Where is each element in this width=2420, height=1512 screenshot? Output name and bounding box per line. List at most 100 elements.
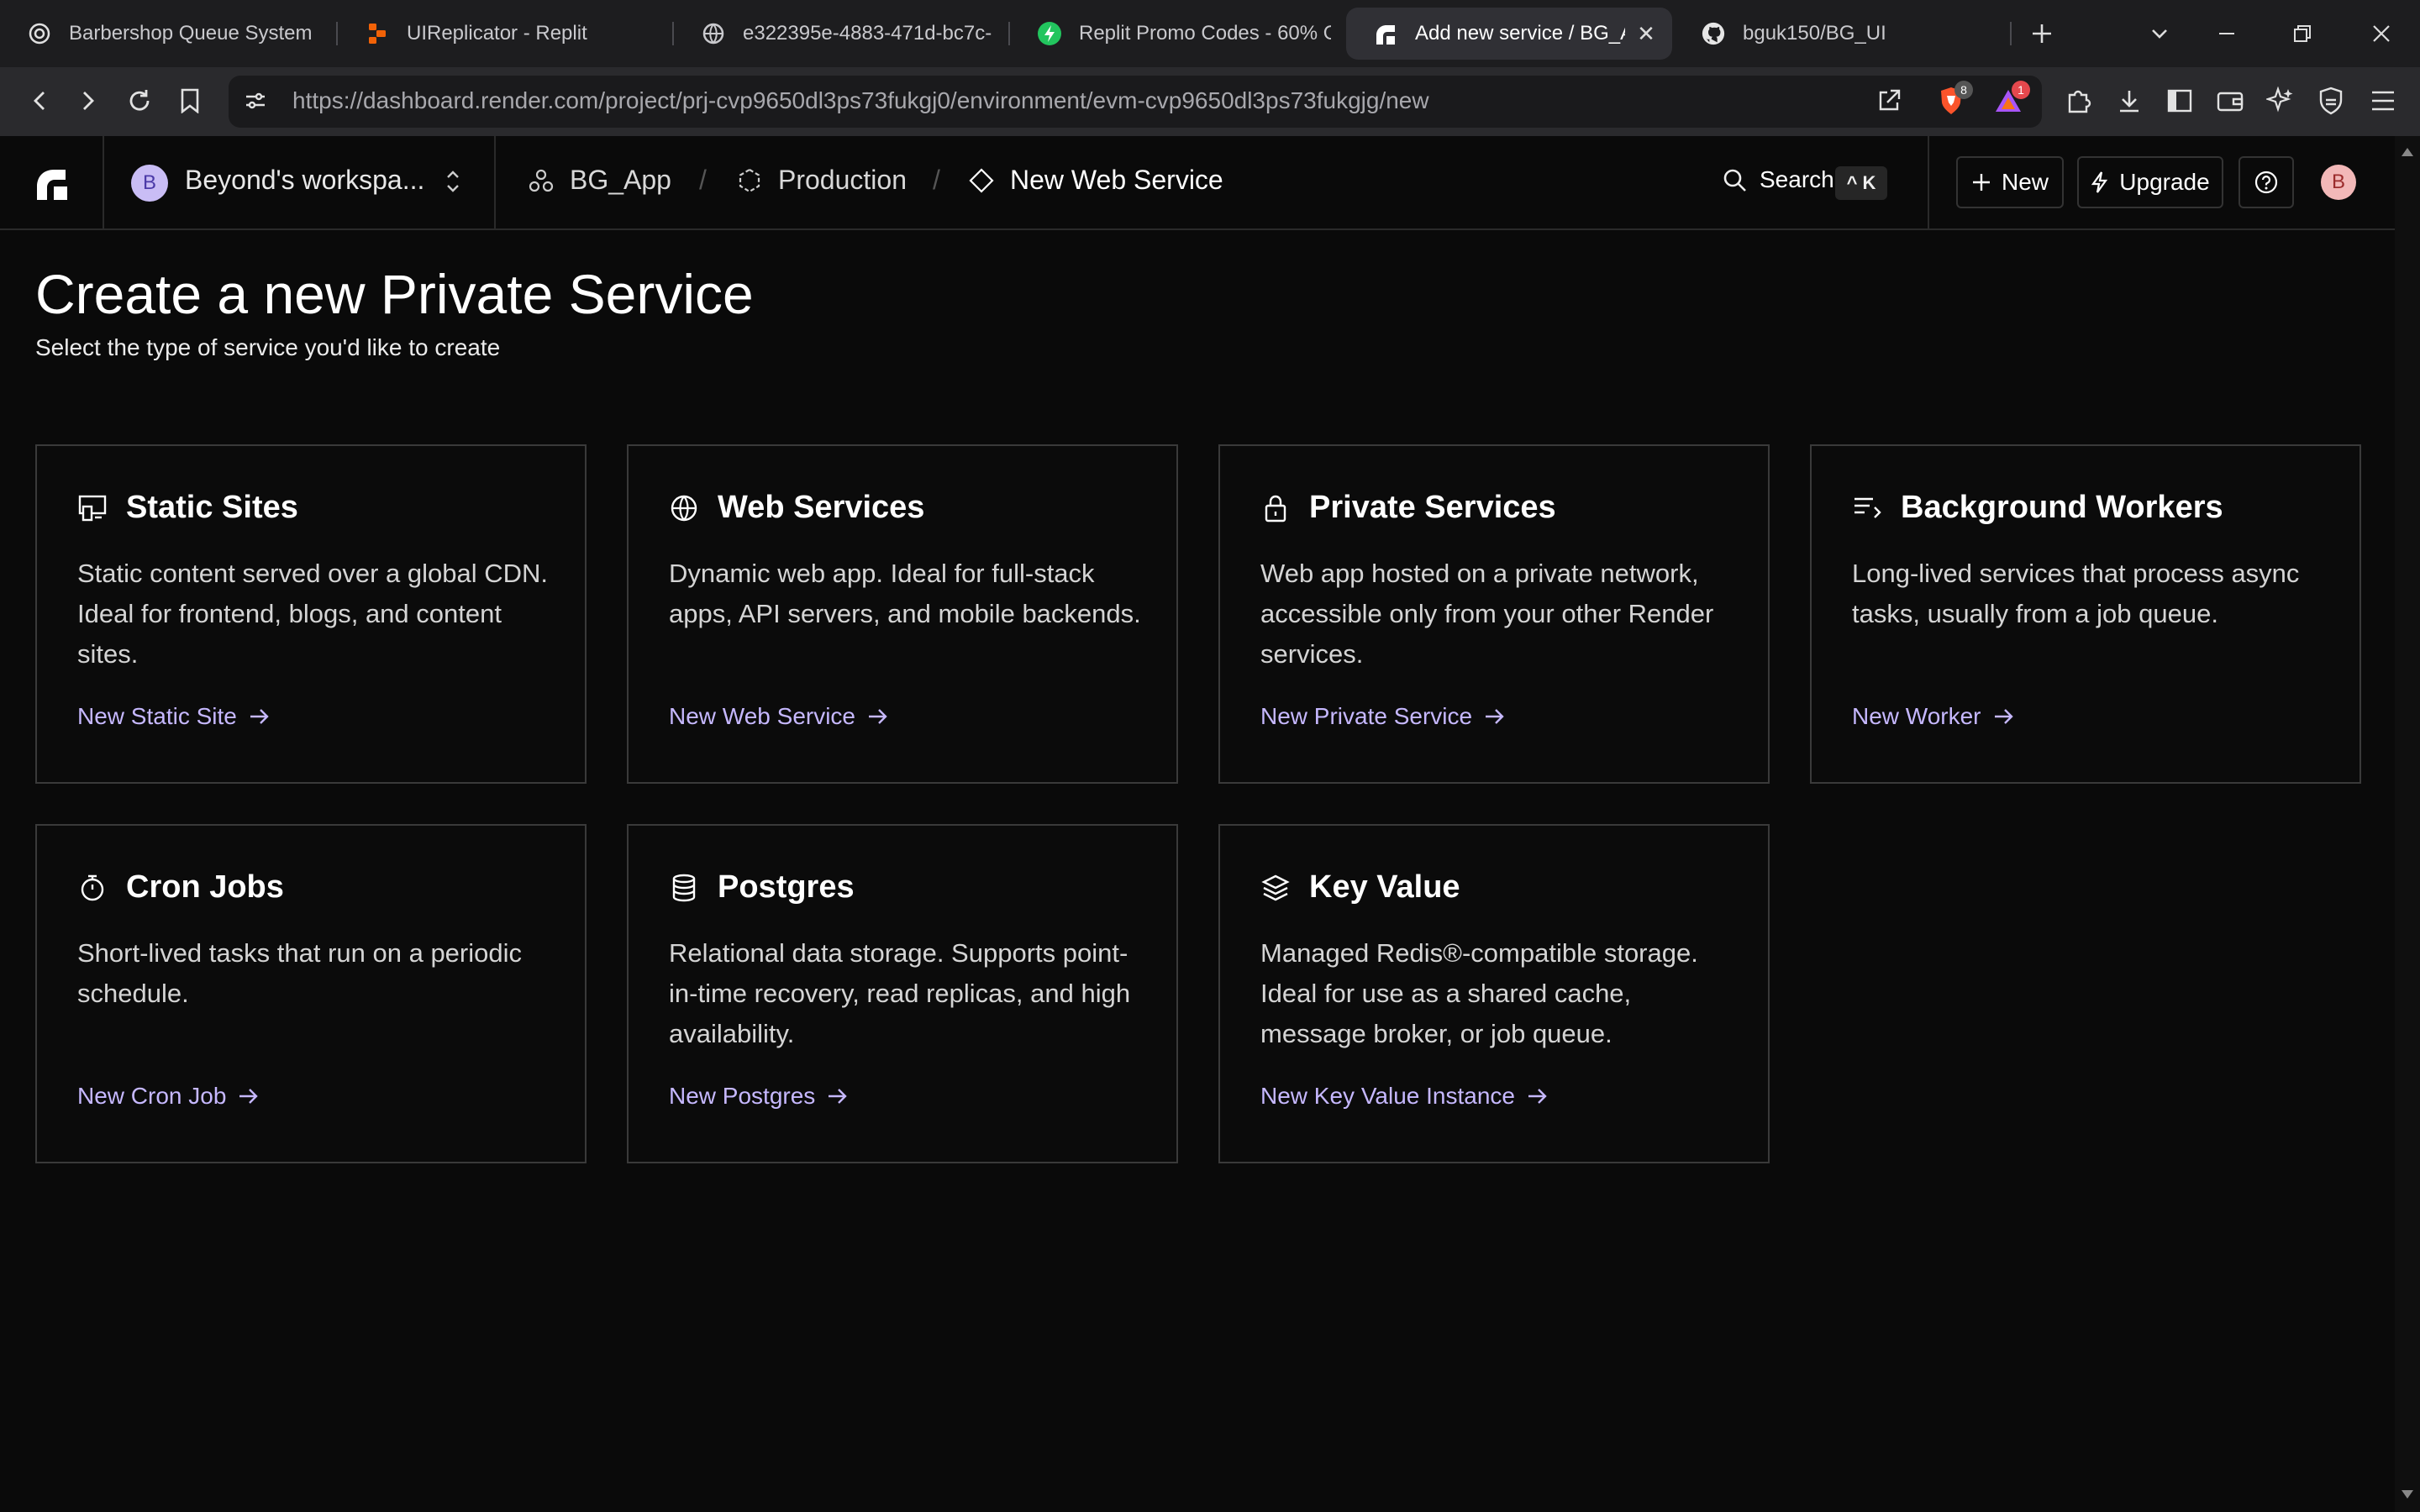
new-button[interactable]: New <box>1956 156 2064 208</box>
breadcrumb-environment[interactable]: Production <box>736 165 907 196</box>
vpn-shield-icon[interactable] <box>2312 82 2349 119</box>
close-window-icon[interactable] <box>2365 17 2398 50</box>
browser-tab[interactable]: Barbershop Queue System <box>0 8 336 60</box>
page-scrollbar[interactable] <box>2395 136 2420 1512</box>
search-label[interactable]: Search <box>1760 166 1834 193</box>
search-shortcut: ^ K <box>1835 166 1887 200</box>
new-key-value-link[interactable]: New Key Value Instance <box>1260 1083 1549 1110</box>
new-tab-icon[interactable] <box>2025 17 2059 50</box>
github-icon <box>1701 21 1726 46</box>
rewards-count-badge: 1 <box>2012 81 2030 99</box>
minimize-icon[interactable] <box>2210 17 2244 50</box>
arrow-right-icon <box>1486 709 1504 724</box>
header-divider <box>1928 136 1929 230</box>
browser-tab[interactable]: bguk150/BG_UI <box>1674 8 2008 60</box>
replit-icon <box>365 21 390 46</box>
globe-icon <box>669 493 699 523</box>
arrow-right-icon <box>829 1089 847 1104</box>
render-icon <box>1373 21 1398 46</box>
service-card-static-sites[interactable]: Static Sites Static content served over … <box>35 444 587 784</box>
header-divider <box>103 136 104 230</box>
globe-icon <box>701 21 726 46</box>
leo-ai-icon[interactable] <box>2262 82 2299 119</box>
static-site-icon <box>77 493 108 523</box>
scroll-up-arrow-icon[interactable] <box>2395 136 2420 170</box>
browser-tab[interactable]: Replit Promo Codes - 60% O <box>1010 8 1344 60</box>
arrow-right-icon <box>250 709 269 724</box>
new-cron-job-link[interactable]: New Cron Job <box>77 1083 260 1110</box>
service-card-cron-jobs[interactable]: Cron Jobs Short-lived tasks that run on … <box>35 824 587 1163</box>
arrow-right-icon <box>869 709 887 724</box>
bookmark-icon[interactable] <box>171 82 208 119</box>
help-icon <box>2254 171 2278 194</box>
search-icon[interactable] <box>1723 168 1748 193</box>
wallet-icon[interactable] <box>2212 82 2249 119</box>
back-icon[interactable] <box>22 82 59 119</box>
breadcrumb-current: New Web Service <box>968 165 1223 196</box>
page-subtitle: Select the type of service you'd like to… <box>35 334 501 360</box>
card-description: Managed Redis®-compatible storage. Ideal… <box>1260 938 1698 1048</box>
arrow-right-icon <box>1994 709 2013 724</box>
tab-separator <box>2010 22 2012 45</box>
header-divider <box>494 136 496 230</box>
breadcrumb-separator: / <box>933 165 940 195</box>
service-card-key-value[interactable]: Key Value Managed Redis®-compatible stor… <box>1218 824 1770 1163</box>
shields-count-badge: 8 <box>1954 81 1973 99</box>
url-text: https://dashboard.render.com/project/prj… <box>292 87 1429 113</box>
plus-icon <box>1972 174 1990 191</box>
service-diamond-icon <box>969 167 994 193</box>
card-description: Long-lived services that process async t… <box>1852 559 2300 628</box>
openai-icon <box>27 21 52 46</box>
site-settings-icon[interactable] <box>237 82 274 119</box>
breadcrumb-separator: / <box>699 165 707 195</box>
project-icon <box>529 169 554 192</box>
upgrade-button[interactable]: Upgrade <box>2077 156 2223 208</box>
scroll-down-arrow-icon[interactable] <box>2395 1478 2420 1512</box>
browser-tab[interactable]: UIReplicator - Replit <box>338 8 672 60</box>
tab-search-chevron-icon[interactable] <box>2143 17 2176 50</box>
new-web-service-link[interactable]: New Web Service <box>669 703 889 730</box>
reload-icon[interactable] <box>121 82 158 119</box>
browser-tab-active[interactable]: Add new service / BG_A ✕ <box>1346 8 1672 60</box>
service-card-private-services[interactable]: Private Services Web app hosted on a pri… <box>1218 444 1770 784</box>
forward-icon[interactable] <box>69 82 106 119</box>
new-static-site-link[interactable]: New Static Site <box>77 703 271 730</box>
arrow-right-icon <box>239 1089 259 1104</box>
list-icon <box>1852 493 1882 523</box>
service-card-background-workers[interactable]: Background Workers Long-lived services t… <box>1810 444 2361 784</box>
help-button[interactable] <box>2238 156 2294 208</box>
menu-icon[interactable] <box>2365 82 2402 119</box>
card-description: Short-lived tasks that run on a periodic… <box>77 938 522 1008</box>
service-card-web-services[interactable]: Web Services Dynamic web app. Ideal for … <box>627 444 1178 784</box>
page-title: Create a new Private Service <box>35 263 754 325</box>
bolt-icon <box>2091 171 2108 193</box>
database-icon <box>669 873 699 903</box>
card-description: Dynamic web app. Ideal for full-stack ap… <box>669 559 1141 628</box>
service-card-postgres[interactable]: Postgres Relational data storage. Suppor… <box>627 824 1178 1163</box>
card-description: Static content served over a global CDN.… <box>77 559 548 669</box>
workspace-name[interactable]: Beyond's workspa... <box>185 165 424 196</box>
user-avatar[interactable]: B <box>2321 165 2356 200</box>
new-postgres-link[interactable]: New Postgres <box>669 1083 849 1110</box>
browser-tab[interactable]: e322395e-4883-471d-bc7c- <box>674 8 1008 60</box>
bolt-icon <box>1037 21 1062 46</box>
layers-icon <box>1260 873 1291 903</box>
restore-icon[interactable] <box>2286 17 2319 50</box>
workspace-switcher-icon[interactable] <box>440 166 466 197</box>
lock-icon <box>1260 493 1291 523</box>
new-worker-link[interactable]: New Worker <box>1852 703 2015 730</box>
download-icon[interactable] <box>2111 82 2148 119</box>
new-private-service-link[interactable]: New Private Service <box>1260 703 1506 730</box>
stopwatch-icon <box>77 873 108 903</box>
breadcrumb-project[interactable]: BG_App <box>528 165 671 196</box>
arrow-right-icon <box>1528 1089 1547 1104</box>
share-icon[interactable] <box>1870 82 1907 119</box>
card-description: Relational data storage. Supports point-… <box>669 938 1131 1048</box>
extensions-icon[interactable] <box>2060 82 2097 119</box>
workspace-avatar: B <box>131 165 168 202</box>
render-logo-icon[interactable] <box>34 165 72 203</box>
close-tab-icon[interactable]: ✕ <box>1635 23 1657 45</box>
card-description: Web app hosted on a private network, acc… <box>1260 559 1714 669</box>
environment-icon <box>739 168 760 192</box>
sidebar-toggle-icon[interactable] <box>2161 82 2198 119</box>
